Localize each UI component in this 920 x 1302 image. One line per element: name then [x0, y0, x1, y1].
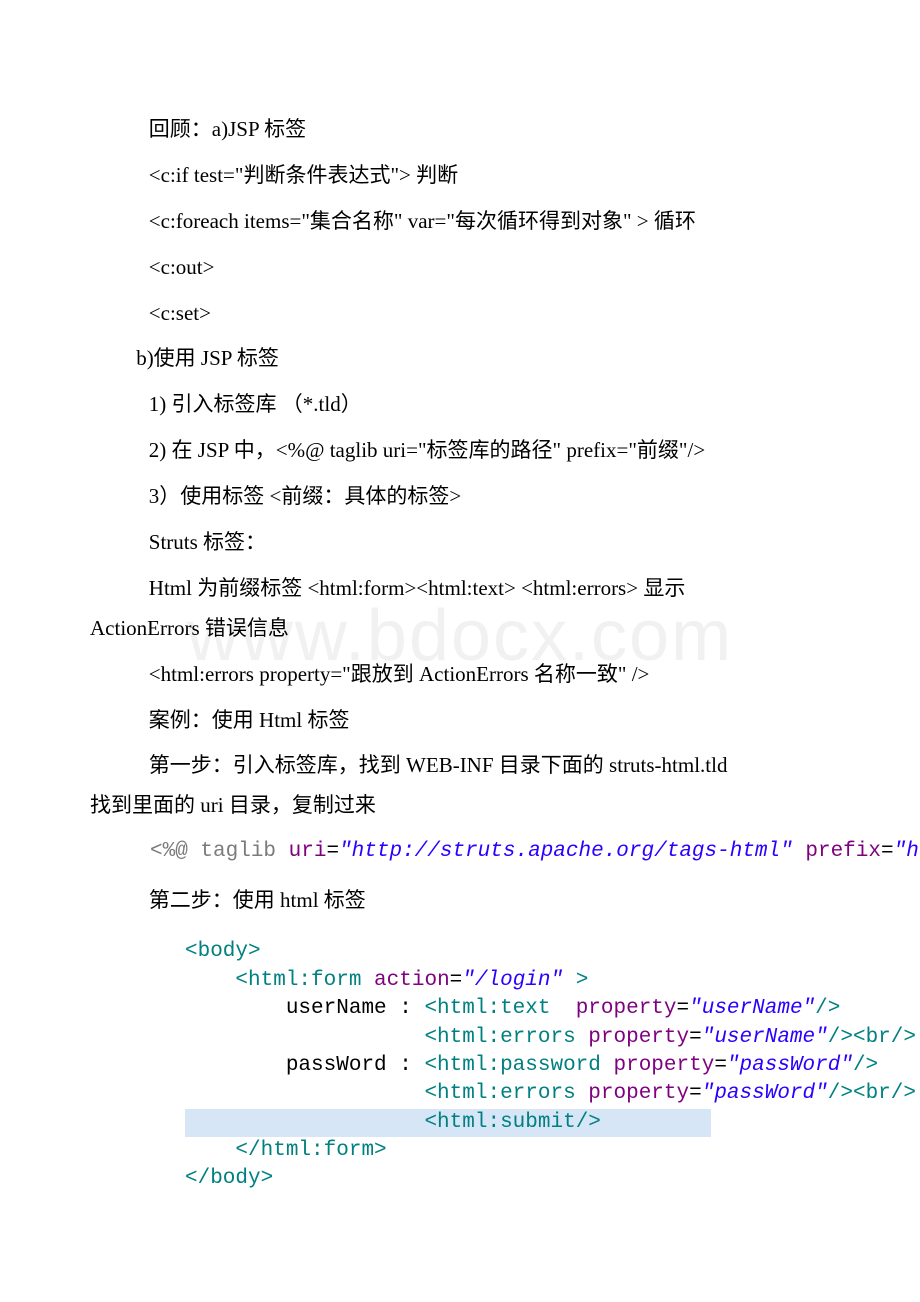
token-tag: <br [853, 1026, 891, 1049]
token-directive: <%@ [150, 840, 188, 863]
highlighted-line: <html:submit/> [185, 1109, 711, 1137]
token-value: "userName" [689, 997, 815, 1020]
token-tag: /> [828, 1026, 853, 1049]
paragraph: 3）使用标签 <前缀：具体的标签> [90, 477, 830, 517]
paragraph: b)使用 JSP 标签 [90, 339, 830, 379]
token-eq: = [677, 997, 690, 1020]
paragraph: 第二步：使用 html 标签 [90, 881, 830, 921]
token-tag: <html:errors [424, 1026, 575, 1049]
paragraph: 2) 在 JSP 中，<%@ taglib uri="标签库的路径" prefi… [90, 431, 830, 471]
token-tag: <html:text [424, 997, 550, 1020]
token-space [793, 840, 806, 863]
token-attr: property [550, 997, 676, 1020]
paragraph: <html:errors property="跟放到 ActionErrors … [90, 655, 830, 695]
token-value: "userName" [702, 1026, 828, 1049]
token-attr: uri [289, 840, 327, 863]
token-attr: property [576, 1082, 689, 1105]
token-eq: = [450, 969, 463, 992]
paragraph: 1) 引入标签库 （*.tld） [90, 385, 830, 425]
paragraph: <c:foreach items="集合名称" var="每次循环得到对象" >… [90, 202, 830, 242]
document-page: 回顾：a)JSP 标签 <c:if test="判断条件表达式"> 判断 <c:… [0, 0, 920, 1254]
paragraph: 案例：使用 Html 标签 [90, 701, 830, 741]
paragraph: 第一步：引入标签库，找到 WEB-INF 目录下面的 struts-html.t… [90, 746, 830, 786]
token-attr: action [361, 969, 449, 992]
token-attr: property [601, 1054, 714, 1077]
paragraph: <c:if test="判断条件表达式"> 判断 [90, 156, 830, 196]
token-keyword: taglib [188, 840, 289, 863]
token-tag: </body> [185, 1167, 273, 1190]
token-tag: </html:form> [235, 1139, 386, 1162]
paragraph: 找到里面的 uri 目录，复制过来 [90, 786, 830, 826]
token-attr: prefix [805, 840, 881, 863]
token-eq: = [326, 840, 339, 863]
paragraph: Html 为前缀标签 <html:form><html:text> <html:… [90, 569, 830, 609]
token-tag: <html:form [235, 969, 361, 992]
token-text: userName : [286, 997, 425, 1020]
token-tag: /> [576, 1111, 601, 1134]
token-tag: /> [891, 1026, 916, 1049]
token-tag: /> [891, 1082, 916, 1105]
token-tag: <html:submit [424, 1111, 575, 1134]
token-attr: property [576, 1026, 689, 1049]
token-value: "html" [894, 840, 920, 863]
token-value: "passWord" [727, 1054, 853, 1077]
token-tag: /> [828, 1082, 853, 1105]
token-tag: <html:errors [424, 1082, 575, 1105]
token-tag: <html:password [424, 1054, 600, 1077]
token-tag: <body> [185, 940, 261, 963]
token-value: "/login" [462, 969, 563, 992]
paragraph: <c:set> [90, 294, 830, 334]
token-value: "http://struts.apache.org/tags-html" [339, 840, 793, 863]
token-eq: = [714, 1054, 727, 1077]
paragraph: 回顾：a)JSP 标签 [90, 110, 830, 150]
token-text: passWord : [286, 1054, 425, 1077]
token-eq: = [689, 1026, 702, 1049]
token-tag: /> [815, 997, 840, 1020]
paragraph: <c:out> [90, 248, 830, 288]
token-tag: > [563, 969, 588, 992]
token-eq: = [881, 840, 894, 863]
paragraph: Struts 标签： [90, 523, 830, 563]
paragraph: ActionErrors 错误信息 [90, 609, 830, 649]
code-line-taglib: <%@ taglib uri="http://struts.apache.org… [150, 838, 830, 866]
token-value: "passWord" [702, 1082, 828, 1105]
token-tag: /> [853, 1054, 878, 1077]
code-block-body: <body> <html:form action="/login" > user… [185, 938, 830, 1193]
token-eq: = [689, 1082, 702, 1105]
token-tag: <br [853, 1082, 891, 1105]
